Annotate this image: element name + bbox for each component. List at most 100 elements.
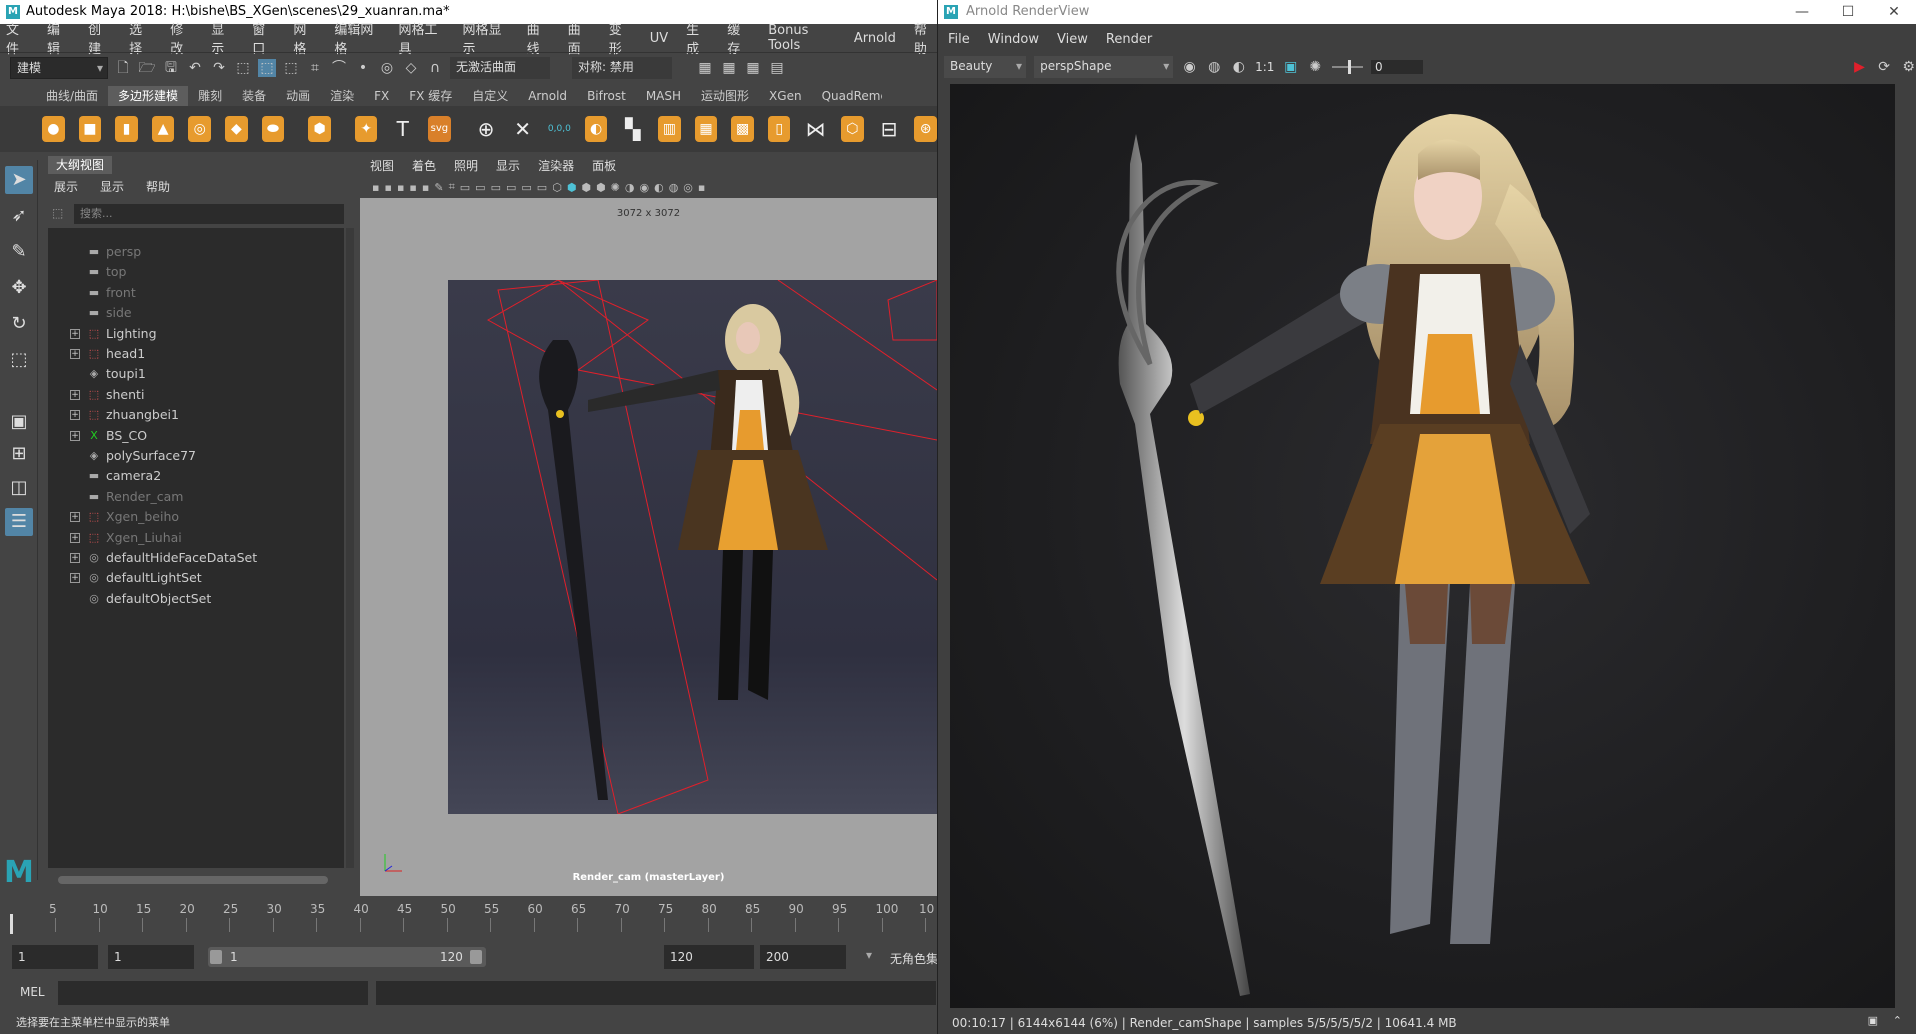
undo-icon[interactable]: ↶: [186, 59, 204, 77]
poly-cube-icon[interactable]: ■: [78, 116, 102, 142]
quad-draw-icon[interactable]: ⊛: [914, 116, 937, 142]
viewport-menu-view[interactable]: 视图: [370, 156, 394, 176]
outliner-menu-show[interactable]: 展示: [54, 178, 78, 195]
expand-plus-icon[interactable]: +: [70, 349, 80, 359]
extract-icon[interactable]: ▥: [658, 116, 681, 142]
minimize-icon[interactable]: —: [1779, 0, 1825, 24]
display-settings-icon[interactable]: ◉: [1181, 58, 1198, 76]
menu-set-dropdown[interactable]: 建模 ▾: [10, 56, 108, 79]
measure-icon[interactable]: ⊕: [475, 116, 498, 142]
shelf-tab-fx-cache[interactable]: FX 缓存: [399, 86, 462, 106]
shelf-tab-poly-modeling[interactable]: 多边形建模: [108, 86, 189, 106]
shelf-tab-rendering[interactable]: 渲染: [320, 86, 364, 106]
ipr-render-icon[interactable]: ▦: [720, 59, 738, 77]
maximize-icon[interactable]: ☐: [1825, 0, 1871, 24]
outliner-search-input[interactable]: 搜索...: [74, 204, 344, 224]
safe-title-icon[interactable]: ▭: [537, 181, 547, 194]
filter-icon[interactable]: ⬚: [52, 206, 63, 220]
live-surface-field[interactable]: 无激活曲面: [450, 56, 550, 79]
menu-uv[interactable]: UV: [650, 31, 668, 46]
outliner-item[interactable]: + ⬚ shenti: [48, 385, 338, 405]
expand-panel-icon[interactable]: ⌃: [1893, 1014, 1902, 1027]
shelf-tab-motion-graphics[interactable]: 运动图形: [691, 86, 759, 106]
select-object-icon[interactable]: ⬚: [258, 58, 276, 77]
poly-disc-icon[interactable]: ⬬: [261, 116, 285, 142]
resolution-gate-icon[interactable]: ▭: [475, 181, 485, 194]
outliner-item[interactable]: ◈ toupi1: [48, 364, 338, 384]
xray-joints-icon[interactable]: ◍: [669, 181, 679, 194]
viewport-menu-panels[interactable]: 面板: [592, 156, 616, 176]
two-d-pan-icon[interactable]: ▪: [422, 181, 429, 194]
use-all-lights-icon[interactable]: ✺: [611, 181, 620, 194]
outliner-item[interactable]: + X BS_CO: [48, 426, 338, 446]
move-tool-icon[interactable]: ✥: [5, 274, 33, 302]
smooth-icon[interactable]: ▩: [731, 116, 754, 142]
camera-dropdown[interactable]: perspShape ▾: [1034, 56, 1174, 78]
snap-curve-icon[interactable]: ⌒: [330, 59, 348, 77]
save-scene-icon[interactable]: 🖫: [162, 59, 180, 77]
xray-icon[interactable]: ◐: [654, 181, 664, 194]
shelf-tab-arnold[interactable]: Arnold: [518, 86, 577, 106]
boolean-icon[interactable]: ▦: [694, 116, 718, 142]
end-time-field[interactable]: 120: [664, 945, 754, 969]
snapshot-icon[interactable]: ◐: [1231, 58, 1248, 76]
super-shape-icon[interactable]: ✦: [354, 116, 378, 142]
expand-plus-icon[interactable]: +: [70, 328, 80, 339]
viewport-menu-renderer[interactable]: 渲染器: [538, 156, 574, 176]
redo-icon[interactable]: ↷: [210, 59, 228, 77]
menu-bonus-tools[interactable]: Bonus Tools: [768, 23, 836, 53]
wireframe-on-shaded-icon[interactable]: ⬢: [581, 181, 591, 194]
outliner-item[interactable]: + ⬚ head1: [48, 344, 338, 364]
range-handle-start[interactable]: [210, 950, 222, 964]
outliner-layout-icon[interactable]: ☰: [5, 508, 33, 536]
lasso-tool-icon[interactable]: ➶: [5, 202, 33, 230]
screenshot-icon[interactable]: ▣: [1868, 1014, 1878, 1027]
outliner-item[interactable]: ▬ side: [48, 303, 338, 323]
shelf-tab-animation[interactable]: 动画: [276, 86, 320, 106]
gate-mask-icon[interactable]: ▭: [491, 181, 501, 194]
isolate-select-icon[interactable]: ◉: [639, 181, 649, 194]
svg-icon[interactable]: svg: [428, 116, 451, 142]
bookmark-icon[interactable]: ▪: [397, 181, 404, 194]
open-scene-icon[interactable]: 🗁: [138, 59, 156, 77]
shelf-tab-rigging[interactable]: 装备: [232, 86, 276, 106]
expand-plus-icon[interactable]: +: [70, 532, 80, 543]
outliner-item[interactable]: ◎ defaultObjectSet: [48, 589, 338, 609]
outliner-item[interactable]: + ⬚ Lighting: [48, 324, 338, 344]
platonic-solid-icon[interactable]: ⬢: [308, 116, 331, 142]
arnold-menu-render[interactable]: Render: [1106, 28, 1152, 52]
expand-plus-icon[interactable]: +: [70, 512, 80, 523]
crop-region-icon[interactable]: ▣: [1282, 58, 1299, 76]
select-hierarchy-icon[interactable]: ⬚: [234, 59, 252, 77]
mel-label[interactable]: MEL: [20, 985, 45, 999]
render-settings-icon[interactable]: ▦: [744, 59, 762, 77]
menu-arnold[interactable]: Arnold: [854, 31, 896, 46]
viewport-menu-lighting[interactable]: 照明: [454, 156, 478, 176]
image-plane-icon[interactable]: ▪: [409, 181, 416, 194]
expand-plus-icon[interactable]: +: [70, 573, 80, 584]
perspective-viewport[interactable]: 视图 着色 照明 显示 渲染器 面板 ▪ ▪ ▪ ▪ ▪ ✎ ⌗ ▭ ▭ ▭ ▭…: [360, 156, 938, 896]
zoom-ratio-label[interactable]: 1:1: [1255, 60, 1274, 74]
type-text-icon[interactable]: T: [391, 116, 414, 142]
snap-surface-icon[interactable]: ◇: [402, 59, 420, 77]
snap-view-icon[interactable]: ◎: [378, 59, 396, 77]
render-settings-gear-icon[interactable]: ⚙: [1900, 58, 1916, 76]
shelf-tab-fx[interactable]: FX: [364, 86, 399, 106]
outliner-item[interactable]: + ⬚ Xgen_beiho: [48, 507, 338, 527]
combine-icon[interactable]: ◐: [584, 116, 608, 142]
exposure-slider[interactable]: [1331, 60, 1363, 74]
outliner-menu-help[interactable]: 帮助: [146, 178, 170, 195]
smooth-shade-icon[interactable]: ⬢: [567, 181, 577, 194]
select-component-icon[interactable]: ⬚: [282, 59, 300, 77]
textured-icon[interactable]: ⬢: [596, 181, 606, 194]
xray-active-icon[interactable]: ◎: [683, 181, 693, 194]
two-view-icon[interactable]: ◫: [5, 474, 33, 502]
viewport-menu-show[interactable]: 显示: [496, 156, 520, 176]
outliner-item[interactable]: ▬ Render_cam: [48, 487, 338, 507]
poly-cone-icon[interactable]: ▲: [151, 116, 175, 142]
range-handle-end[interactable]: [470, 950, 482, 964]
mel-command-input[interactable]: [58, 981, 368, 1005]
outliner-item[interactable]: ◈ polySurface77: [48, 446, 338, 466]
separate-icon[interactable]: ▚: [621, 116, 644, 142]
shadows-icon[interactable]: ◑: [625, 181, 635, 194]
